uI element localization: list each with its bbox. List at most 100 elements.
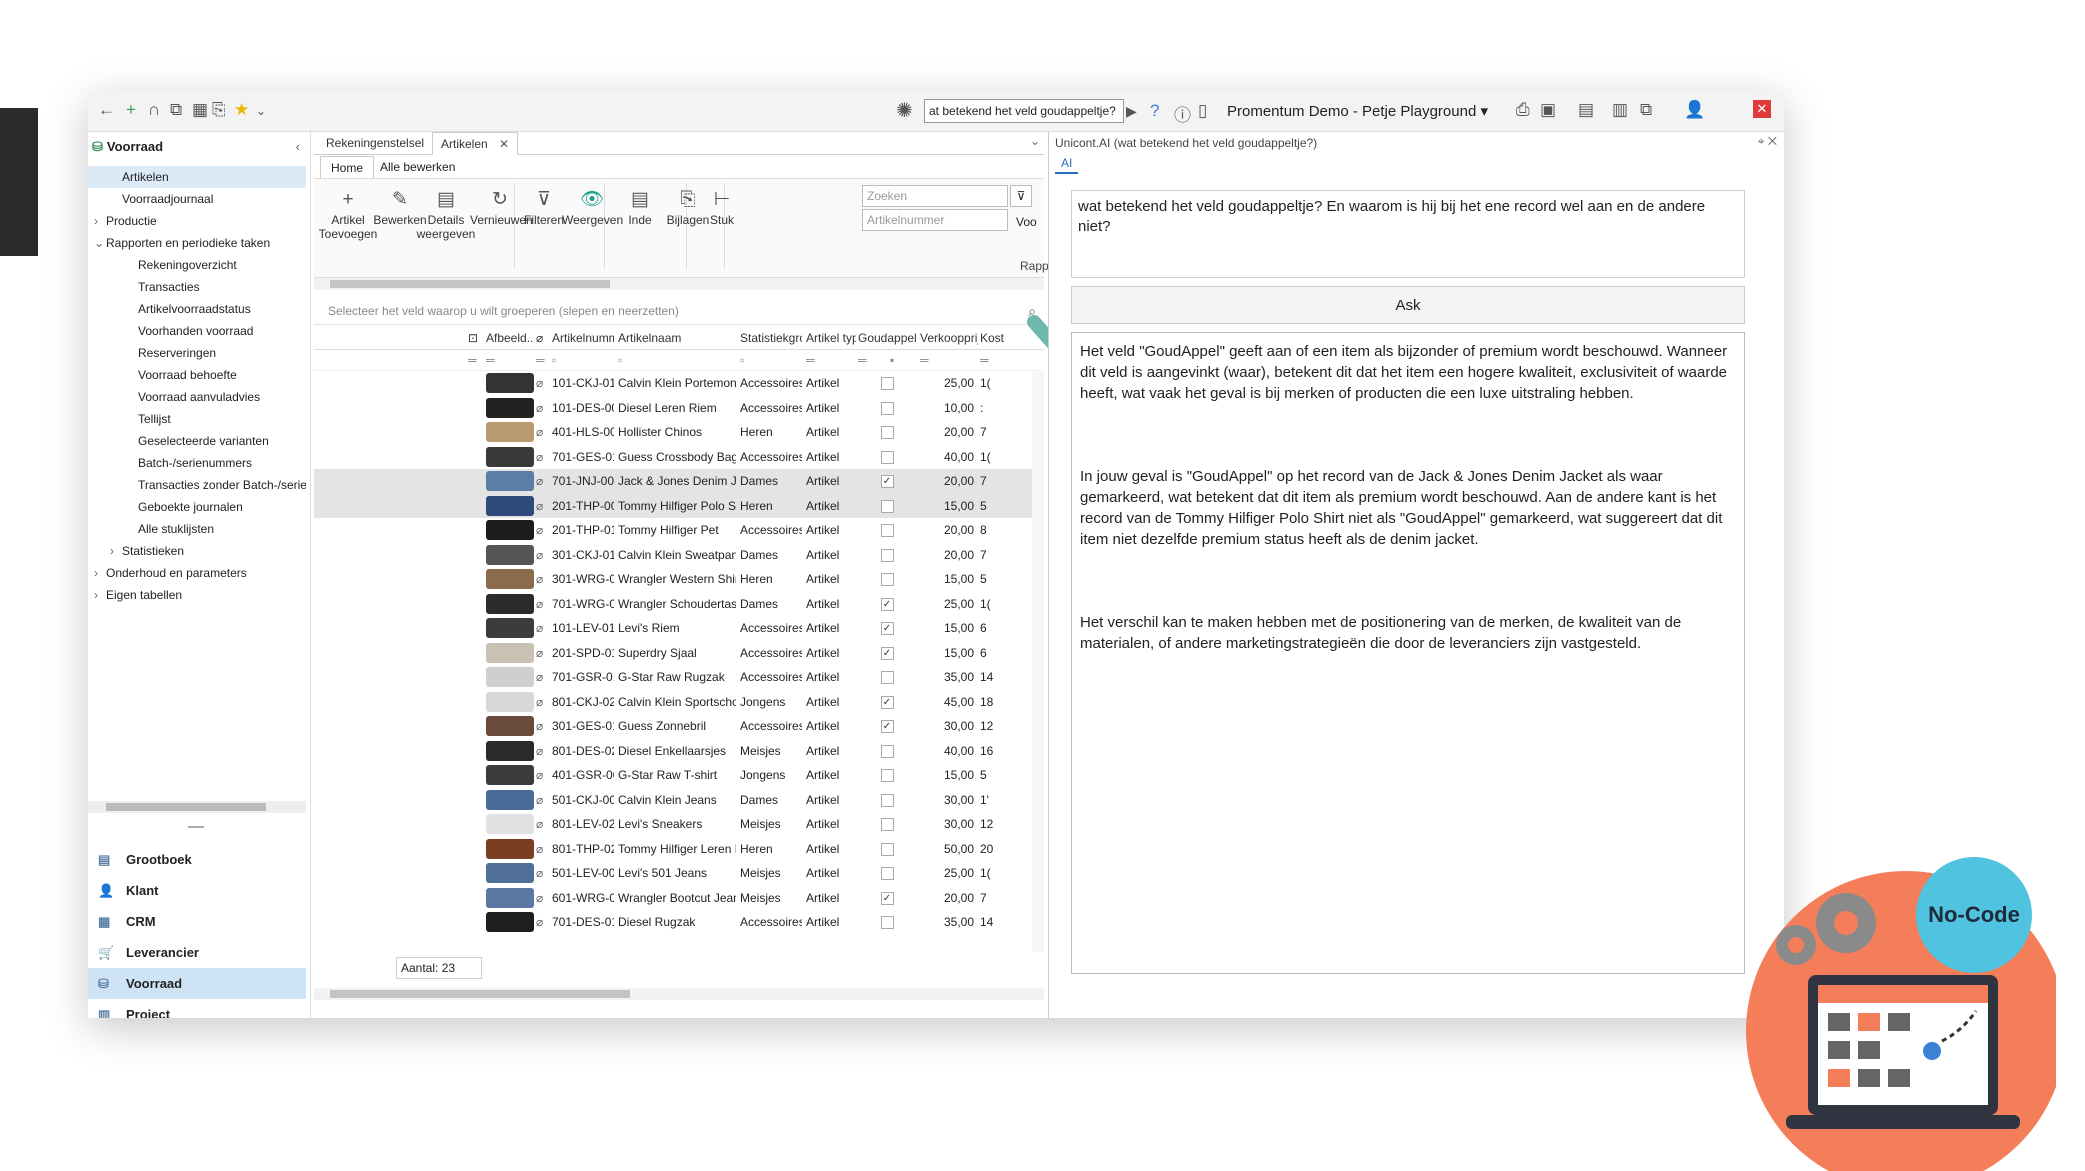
module-klant[interactable]: 👤 Klant: [88, 875, 306, 906]
filter-cell-icon[interactable]: ═: [806, 350, 815, 370]
goudappeltje-checkbox[interactable]: [858, 665, 916, 690]
attachment-icon[interactable]: ⌀: [536, 328, 550, 349]
unchecked-icon[interactable]: [880, 867, 894, 881]
sidebar-item-tellijst[interactable]: Tellijst: [88, 408, 306, 430]
checked-icon[interactable]: ✓: [880, 622, 894, 636]
tab-artikelen[interactable]: Artikelen ✕: [432, 132, 519, 155]
table-row[interactable]: ⌀ 801-LEV-021 Levi's Sneakers Meisjes Artike…: [314, 812, 1044, 837]
headset-icon[interactable]: ∩: [148, 100, 160, 120]
filter-cell-icon[interactable]: ▫: [740, 350, 744, 370]
unchecked-icon[interactable]: [880, 818, 894, 832]
document-icon[interactable]: ▯: [1198, 101, 1207, 121]
sidebar-item-rekeningoverzicht[interactable]: Rekeningoverzicht: [88, 254, 306, 276]
grid-horizontal-scrollbar[interactable]: [314, 988, 1044, 1000]
ribbon-button-details-weergeven[interactable]: ▤ Details weergeven: [416, 187, 476, 241]
module-crm[interactable]: ▦ CRM: [88, 906, 306, 937]
table-row[interactable]: ⌀ 201-SPD-016 Superdry Sjaal Accessoires Art…: [314, 641, 1044, 666]
goudappeltje-checkbox[interactable]: [858, 543, 916, 568]
table-row[interactable]: ⌀ 301-WRG-007 Wrangler Western Shirt Heren A…: [314, 567, 1044, 592]
sidebar-item-voorhanden-voorraad[interactable]: Voorhanden voorraad: [88, 320, 306, 342]
goudappeltje-checkbox[interactable]: [858, 739, 916, 764]
goudappeltje-checkbox[interactable]: ✓: [858, 592, 916, 617]
calculator-icon[interactable]: ▦: [192, 100, 208, 120]
tab-home[interactable]: Home: [320, 156, 375, 179]
user-icon[interactable]: 👤: [1684, 100, 1705, 120]
goudappeltje-checkbox[interactable]: ✓: [858, 690, 916, 715]
sidebar-item-batch-serienummers[interactable]: Batch-/serienummers: [88, 452, 306, 474]
unchecked-icon[interactable]: [880, 524, 894, 538]
checked-icon[interactable]: ✓: [880, 646, 894, 660]
sidebar-item-transacties-zonder-batch-serienu[interactable]: Transacties zonder Batch-/serienu: [88, 474, 306, 496]
table-row[interactable]: ⌀ 301-CKJ-010 Calvin Klein Sweatpants Dames…: [314, 543, 1044, 568]
sidebar-item-voorraad-aanvuladvies[interactable]: Voorraad aanvuladvies: [88, 386, 306, 408]
filter-cell-icon[interactable]: ═: [486, 350, 495, 370]
openai-icon[interactable]: ✺: [896, 98, 913, 123]
table-row[interactable]: ⌀ 401-GSR-003 G-Star Raw T-shirt Jongens Art…: [314, 763, 1044, 788]
sidebar-item-geboekte-journalen[interactable]: Geboekte journalen: [88, 496, 306, 518]
goudappeltje-checkbox[interactable]: [858, 837, 916, 862]
copy-icon[interactable]: ⎘: [212, 100, 226, 120]
sidebar-item-reserveringen[interactable]: Reserveringen: [88, 342, 306, 364]
filter-cell-icon[interactable]: ═: [858, 350, 867, 370]
sidebar-item-onderhoud-en-parameters[interactable]: › Onderhoud en parameters: [88, 562, 306, 584]
table-row[interactable]: ⌀ 101-LEV-011 Levi's Riem Accessoires Artike…: [314, 616, 1044, 641]
table-row[interactable]: ⌀ 101-DES-008 Diesel Leren Riem Accessoires…: [314, 396, 1044, 421]
sidebar-item-alle-stuklijsten[interactable]: Alle stuklijsten: [88, 518, 306, 540]
goudappeltje-checkbox[interactable]: ✓: [858, 714, 916, 739]
table-row[interactable]: ⌀ 201-THP-012 Tommy Hilfiger Pet Accessoire…: [314, 518, 1044, 543]
table-row[interactable]: ⌀ 101-CKJ-014 Calvin Klein Portemonnee Acce…: [314, 371, 1044, 396]
table-row[interactable]: ⌀ 801-DES-023 Diesel Enkellaarsjes Meisjes A…: [314, 739, 1044, 764]
module-project[interactable]: ▥ Project: [88, 999, 306, 1018]
table-row[interactable]: ⌀ 801-CKJ-024 Calvin Klein Sportschoenen Jo…: [314, 690, 1044, 715]
back-arrow-icon[interactable]: ←: [98, 100, 115, 120]
sidebar-item-voorraadjournaal[interactable]: Voorraadjournaal: [88, 188, 306, 210]
column-header[interactable]: Artikelnaam: [618, 328, 736, 349]
goudappeltje-checkbox[interactable]: ✓: [858, 641, 916, 666]
chevron-down-icon[interactable]: ⌄: [256, 104, 266, 118]
close-tab-icon[interactable]: ✕: [499, 137, 509, 151]
table-row[interactable]: ⌀ 401-HLS-006 Hollister Chinos Heren Artikel…: [314, 420, 1044, 445]
goudappeltje-checkbox[interactable]: [858, 567, 916, 592]
play-icon[interactable]: ▶: [1126, 103, 1137, 120]
chevron-icon[interactable]: ›: [94, 210, 106, 232]
sidebar-item-geselecteerde-varianten[interactable]: Geselecteerde varianten: [88, 430, 306, 452]
chevron-icon[interactable]: ›: [94, 584, 106, 606]
chevron-down-icon[interactable]: ⌄: [1030, 134, 1040, 148]
goudappeltje-checkbox[interactable]: [858, 812, 916, 837]
chevron-icon[interactable]: ›: [110, 540, 122, 562]
ask-button[interactable]: Ask: [1071, 286, 1745, 324]
module-grootboek[interactable]: ▤ Grootboek: [88, 844, 306, 875]
filter-cell-icon[interactable]: ═: [980, 350, 989, 370]
module-voorraad[interactable]: ⛁ Voorraad: [88, 968, 306, 999]
unchecked-icon[interactable]: [880, 916, 894, 930]
table-row[interactable]: ⌀ 201-THP-009 Tommy Hilfiger Polo Shirt Her…: [314, 493, 1044, 519]
column-header[interactable]: Statistiekgroep: [740, 328, 802, 349]
goudappeltje-checkbox[interactable]: [858, 371, 916, 396]
goudappeltje-checkbox[interactable]: [858, 861, 916, 886]
unchecked-icon[interactable]: [880, 499, 894, 513]
filter-cell-icon[interactable]: ═: [536, 350, 545, 370]
checked-icon[interactable]: ✓: [880, 597, 894, 611]
filter-icon[interactable]: ⊽: [1010, 185, 1032, 207]
goudappeltje-checkbox[interactable]: ✓: [858, 886, 916, 911]
ai-search-input[interactable]: at betekend het veld goudappeltje?: [924, 99, 1124, 123]
info-icon[interactable]: ⓘ: [1174, 101, 1191, 126]
column-header[interactable]: Verkoopprij...: [920, 328, 978, 349]
sidebar-item-rapporten-en-periodieke-taken[interactable]: ⌄ Rapporten en periodieke taken: [88, 232, 306, 254]
chevron-icon[interactable]: ›: [94, 562, 106, 584]
group-by-bar[interactable]: Selecteer het veld waarop u wilt groeper…: [314, 298, 1044, 325]
word-icon[interactable]: ▤: [1578, 100, 1594, 120]
column-header[interactable]: Artikelnummer: [552, 328, 614, 349]
sidebar-item-transacties[interactable]: Transacties: [88, 276, 306, 298]
column-header[interactable]: Goudappeltje: [858, 328, 916, 349]
table-row[interactable]: ⌀ 701-WRG-020 Wrangler Schoudertas Dames Art…: [314, 592, 1044, 617]
column-chooser-icon[interactable]: ⊡: [468, 328, 482, 349]
tab-ai[interactable]: AI: [1055, 154, 1079, 174]
unchecked-icon[interactable]: [880, 377, 894, 391]
star-icon[interactable]: ★: [234, 100, 249, 120]
goudappeltje-checkbox[interactable]: [858, 910, 916, 935]
table-row[interactable]: ⌀ 501-CKJ-005 Calvin Klein Jeans Dames Artik…: [314, 788, 1044, 813]
unchecked-icon[interactable]: [880, 450, 894, 464]
goudappeltje-checkbox[interactable]: [858, 494, 916, 519]
sidebar-item-statistieken[interactable]: › Statistieken: [88, 540, 306, 562]
